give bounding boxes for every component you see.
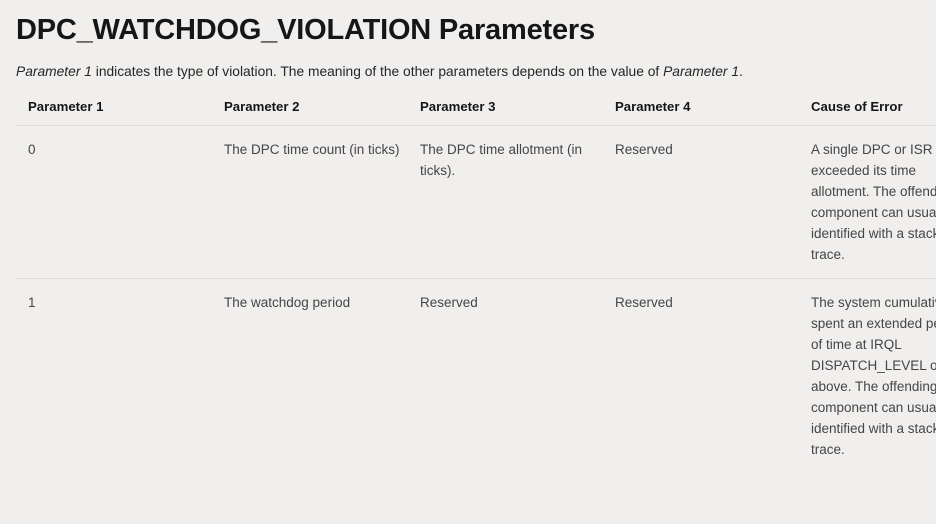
column-header-parameter-1: Parameter 1 [16, 99, 224, 126]
cell-parameter-1: 1 [28, 295, 36, 310]
documentation-page: DPC_WATCHDOG_VIOLATION Parameters Parame… [0, 0, 936, 524]
cell-parameter-4: Reserved [615, 125, 811, 279]
intro-emphasis-lead: Parameter 1 [16, 64, 92, 79]
column-header-parameter-4: Parameter 4 [615, 99, 811, 126]
intro-text-middle: indicates the type of violation. The mea… [91, 64, 664, 79]
table-row: 0 The DPC time count (in ticks) The DPC … [16, 125, 936, 279]
cell-parameter-3: Reserved [420, 295, 478, 310]
cell-parameter-2: The DPC time count (in ticks) [224, 125, 420, 279]
cell-cause-of-error: The system cumulatively spent an extende… [811, 295, 936, 457]
column-header-cause-of-error: Cause of Error [811, 99, 936, 126]
table-body: 0 The DPC time count (in ticks) The DPC … [16, 125, 936, 474]
intro-paragraph: Parameter 1 indicates the type of violat… [16, 48, 920, 82]
page-title: DPC_WATCHDOG_VIOLATION Parameters [16, 14, 595, 46]
column-header-parameter-3: Parameter 3 [420, 99, 615, 126]
cell-cause-of-error: A single DPC or ISR exceeded its time al… [811, 125, 936, 279]
intro-emphasis-trail: Parameter 1 [663, 64, 739, 79]
parameters-table: Parameter 1 Parameter 2 Parameter 3 Para… [16, 99, 936, 473]
cell-parameter-2: The watchdog period [224, 295, 351, 310]
table-header-row: Parameter 1 Parameter 2 Parameter 3 Para… [16, 99, 936, 126]
cell-parameter-3: The DPC time allotment (in ticks). [420, 125, 615, 279]
cell-parameter-1: 0 [16, 125, 224, 279]
cell-parameter-4: Reserved [615, 295, 673, 310]
table-header: Parameter 1 Parameter 2 Parameter 3 Para… [16, 99, 936, 126]
table-row: 1 The watchdog period Reserved Reserved … [16, 279, 936, 474]
intro-text-end: . [739, 64, 743, 79]
column-header-parameter-2: Parameter 2 [224, 99, 420, 126]
